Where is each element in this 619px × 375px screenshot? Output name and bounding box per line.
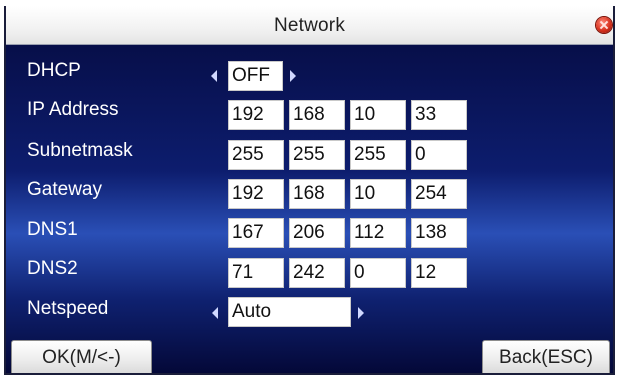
dns2-octet-1[interactable]: 71 bbox=[228, 258, 284, 288]
dns1-label: DNS1 bbox=[27, 219, 78, 240]
ip-address-label: IP Address bbox=[27, 99, 119, 120]
arrow-right-icon[interactable] bbox=[358, 307, 364, 319]
ip-octet-3[interactable]: 10 bbox=[350, 100, 406, 130]
gateway-octet-4[interactable]: 254 bbox=[411, 179, 467, 209]
back-button[interactable]: Back(ESC) bbox=[482, 340, 610, 373]
subnet-octet-2[interactable]: 255 bbox=[289, 140, 345, 170]
ip-octet-1[interactable]: 192 bbox=[228, 100, 284, 130]
subnetmask-label: Subnetmask bbox=[27, 140, 133, 161]
gateway-octet-2[interactable]: 168 bbox=[289, 179, 345, 209]
subnet-octet-1[interactable]: 255 bbox=[228, 140, 284, 170]
dns2-octet-4[interactable]: 12 bbox=[411, 258, 467, 288]
gateway-octet-3[interactable]: 10 bbox=[350, 179, 406, 209]
network-window: Network DHCP OFF IP Address 192 168 10 3… bbox=[4, 6, 615, 375]
ok-button[interactable]: OK(M/<-) bbox=[11, 340, 152, 373]
window-title: Network bbox=[273, 15, 346, 36]
dns1-octet-3[interactable]: 112 bbox=[350, 218, 406, 248]
dns1-octet-4[interactable]: 138 bbox=[411, 218, 467, 248]
netspeed-label: Netspeed bbox=[27, 298, 109, 319]
arrow-left-icon[interactable] bbox=[212, 307, 218, 319]
netspeed-field[interactable]: Auto bbox=[228, 297, 351, 327]
gateway-label: Gateway bbox=[27, 179, 102, 200]
dns2-octet-2[interactable]: 242 bbox=[289, 258, 345, 288]
close-icon[interactable] bbox=[596, 17, 612, 33]
dhcp-label: DHCP bbox=[27, 60, 81, 81]
ip-octet-4[interactable]: 33 bbox=[411, 100, 467, 130]
dns1-octet-2[interactable]: 206 bbox=[289, 218, 345, 248]
dns1-octet-1[interactable]: 167 bbox=[228, 218, 284, 248]
subnet-octet-4[interactable]: 0 bbox=[411, 140, 467, 170]
subnet-octet-3[interactable]: 255 bbox=[350, 140, 406, 170]
dns2-octet-3[interactable]: 0 bbox=[350, 258, 406, 288]
dhcp-field[interactable]: OFF bbox=[228, 61, 283, 91]
dns2-label: DNS2 bbox=[27, 258, 78, 279]
gateway-octet-1[interactable]: 192 bbox=[228, 179, 284, 209]
ip-octet-2[interactable]: 168 bbox=[289, 100, 345, 130]
title-bar: Network bbox=[6, 6, 613, 45]
arrow-left-icon[interactable] bbox=[211, 70, 217, 82]
arrow-right-icon[interactable] bbox=[290, 70, 296, 82]
